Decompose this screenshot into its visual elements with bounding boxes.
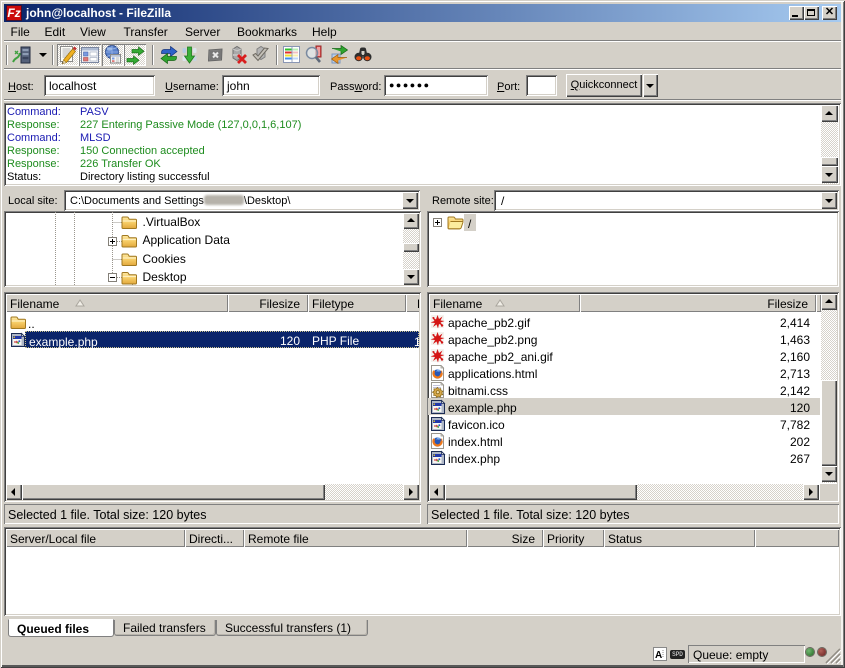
svg-text:A: A xyxy=(655,650,662,660)
